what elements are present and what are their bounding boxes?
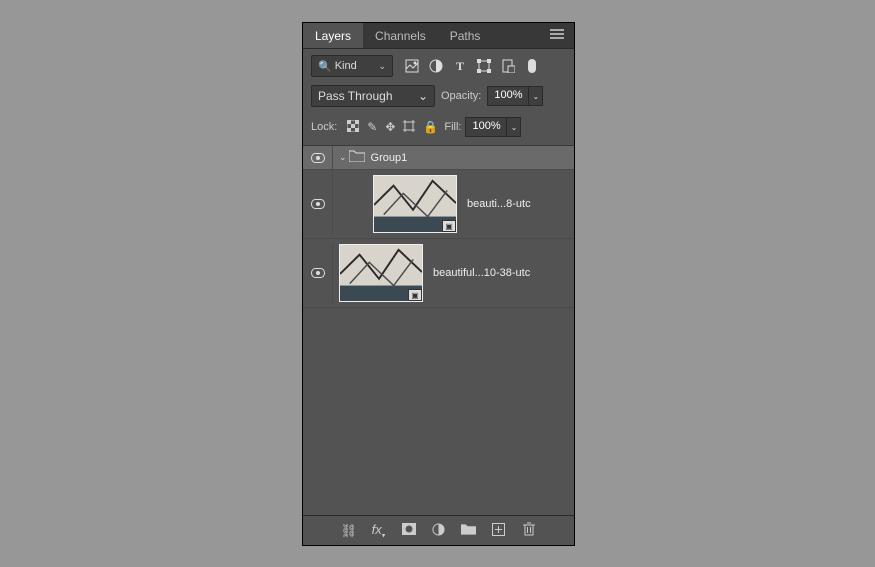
blend-opacity-row: Pass Through ⌄ Opacity: 100% ⌄ [303, 83, 574, 113]
visibility-toggle[interactable] [303, 146, 333, 169]
fill-label: Fill: [444, 121, 461, 133]
add-mask-button[interactable] [401, 523, 417, 538]
filter-row: 🔍Kind ⌄ T [303, 49, 574, 83]
search-icon: 🔍 [318, 60, 332, 73]
panel-footer: ⛓ fx▾ [303, 515, 574, 545]
filter-type-icon[interactable]: T [453, 59, 467, 73]
lock-transparency-icon[interactable] [347, 120, 359, 135]
layer-list: ⌄ Group1 ▣ beauti...8-utc ▣ beautiful...… [303, 146, 574, 515]
smart-object-badge: ▣ [442, 220, 456, 232]
filter-adjustment-icon[interactable] [429, 59, 443, 73]
new-group-button[interactable] [461, 523, 477, 538]
layer-name[interactable]: Group1 [371, 152, 408, 164]
filter-pixel-icon[interactable] [405, 59, 419, 73]
layer-group-row[interactable]: ⌄ Group1 [303, 146, 574, 170]
fill-input[interactable]: 100% [465, 117, 507, 137]
new-adjustment-button[interactable] [431, 523, 447, 539]
layer-fx-button[interactable]: fx▾ [371, 522, 387, 540]
lock-artboard-icon[interactable] [403, 120, 415, 135]
fill-stepper[interactable]: ⌄ [507, 117, 521, 137]
filter-toggle[interactable] [525, 59, 539, 73]
opacity-label: Opacity: [441, 90, 481, 102]
eye-icon [311, 153, 325, 163]
link-layers-button[interactable]: ⛓ [341, 523, 357, 539]
group-expand-toggle[interactable]: ⌄ [339, 152, 347, 163]
new-layer-button[interactable] [491, 523, 507, 539]
delete-layer-button[interactable] [521, 522, 537, 539]
filter-shape-icon[interactable] [477, 59, 491, 73]
layer-row[interactable]: ▣ beautiful...10-38-utc [303, 239, 574, 308]
lock-move-icon[interactable]: ✥ [385, 120, 395, 135]
lock-label: Lock: [311, 121, 337, 133]
visibility-toggle[interactable] [303, 174, 333, 234]
lock-brush-icon[interactable]: ✎ [367, 120, 377, 135]
smart-object-badge: ▣ [408, 289, 422, 301]
tab-channels[interactable]: Channels [363, 23, 438, 48]
opacity-input[interactable]: 100% [487, 86, 529, 106]
panel-menu-button[interactable] [540, 27, 574, 44]
tab-paths[interactable]: Paths [438, 23, 493, 48]
blend-mode-select[interactable]: Pass Through ⌄ [311, 85, 435, 107]
layers-panel: Layers Channels Paths 🔍Kind ⌄ T Pass Thr… [302, 22, 575, 546]
lock-all-icon[interactable]: 🔒 [423, 120, 438, 135]
opacity-stepper[interactable]: ⌄ [529, 86, 543, 106]
layer-name[interactable]: beautiful...10-38-utc [433, 267, 530, 279]
layer-thumbnail[interactable]: ▣ [339, 244, 423, 302]
chevron-down-icon: ⌄ [418, 89, 428, 103]
layer-thumbnail[interactable]: ▣ [373, 175, 457, 233]
eye-icon [311, 268, 325, 278]
filter-kind-select[interactable]: 🔍Kind ⌄ [311, 55, 393, 77]
folder-icon [349, 150, 365, 165]
tab-layers[interactable]: Layers [303, 23, 363, 48]
tabbar: Layers Channels Paths [303, 23, 574, 49]
filter-smart-icon[interactable] [501, 59, 515, 73]
visibility-toggle[interactable] [303, 243, 333, 303]
layer-name[interactable]: beauti...8-utc [467, 198, 531, 210]
chevron-down-icon: ⌄ [378, 61, 386, 72]
lock-fill-row: Lock: ✎ ✥ 🔒 Fill: 100% ⌄ [303, 113, 574, 146]
eye-icon [311, 199, 325, 209]
layer-row[interactable]: ▣ beauti...8-utc [303, 170, 574, 239]
